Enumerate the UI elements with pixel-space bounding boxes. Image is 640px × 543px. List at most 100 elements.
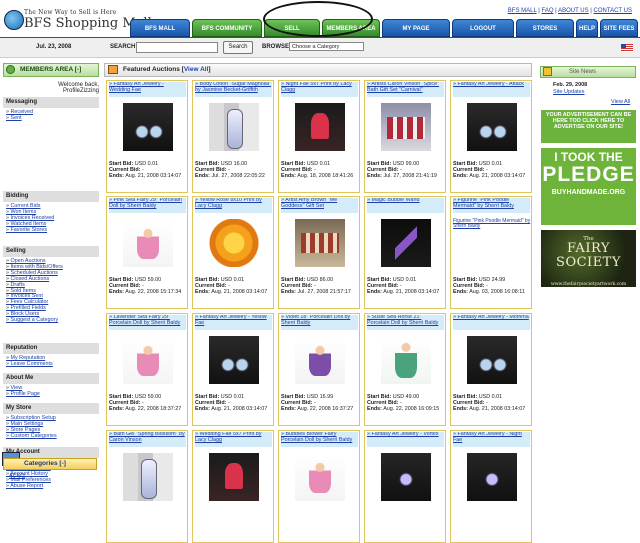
toplink-bfs-mall[interactable]: BFS MALL xyxy=(508,8,537,14)
auction-card[interactable]: » Bubbles Blower Fairy Porcelain Doll by… xyxy=(278,430,360,543)
category-link[interactable]: ACEO xyxy=(9,473,25,479)
sidebar-list: ReceivedSent xyxy=(6,109,98,122)
sidebar-item[interactable]: Profile Page xyxy=(6,391,98,398)
toplink-about-us[interactable]: ABOUT US xyxy=(558,8,589,14)
toplink-contact-us[interactable]: CONTACT US xyxy=(594,8,632,14)
auction-title-link[interactable]: » Magic Bubble Wand xyxy=(367,198,444,213)
auction-title-link[interactable]: » Night Fae 5x7 Print by Lacy Clagg xyxy=(281,82,358,97)
auction-card[interactable]: » Bath Gel "Spring Blossom" by Caron Vin… xyxy=(106,430,188,543)
tab-my-page[interactable]: MY PAGE xyxy=(382,19,450,37)
handmade-pledge-banner[interactable]: I TOOK THE PLEDGE BUYHANDMADE.ORG xyxy=(541,148,636,225)
auction-card[interactable]: » Artists Caron Vinson "Spice" Bath Gift… xyxy=(364,80,446,193)
auction-title-link[interactable]: » Fantasy Art Jewelry - Vortex xyxy=(367,432,444,447)
auction-bid-info: Start Bid: USD 0.01 Current Bid: - Ends: A… xyxy=(195,394,267,412)
search-input[interactable] xyxy=(136,42,218,53)
auction-title-link[interactable]: » Fantasy Art Jewelry - Night Fae xyxy=(453,432,530,447)
auction-image[interactable] xyxy=(467,103,517,151)
auction-image[interactable] xyxy=(209,336,259,384)
auction-title-link[interactable]: » Fantasy Art Jewelry - Momma xyxy=(453,315,530,330)
auction-card[interactable]: » Artist Amy Brown "Me Goddess" Gift Set… xyxy=(278,196,360,309)
auction-card[interactable]: » Violet 18" Porcelain Doll by Sherri Ba… xyxy=(278,313,360,426)
auction-image[interactable] xyxy=(381,336,431,384)
auction-bid-info: Start Bid: USD 86.00 Current Bid: - Ends: … xyxy=(281,277,351,295)
auction-card[interactable]: » Figurine "Pink Poodle Mermaid" by Sher… xyxy=(450,196,532,309)
auction-image[interactable] xyxy=(123,219,173,267)
auction-image[interactable] xyxy=(209,219,259,267)
auction-image[interactable] xyxy=(467,336,517,384)
auction-title-link[interactable]: » Body Lotion "Sugar Magnolia" by Jasmin… xyxy=(195,82,272,97)
auction-title-link[interactable]: » Yellow Rose 8x10 Print by Lacy Clagg xyxy=(195,198,272,213)
bid-row-ends: Ends: Jul. 27, 2008 22:05:22 xyxy=(195,173,265,179)
auction-card[interactable]: » Fantasy Art Jewelry - Night Fae xyxy=(450,430,532,543)
auction-title-link[interactable]: » Violet 18" Porcelain Doll by Sherri Ba… xyxy=(281,315,358,330)
tab-bfs-community[interactable]: BFS COMMUNITY xyxy=(192,19,262,37)
sidebar-item[interactable]: Abuse Report xyxy=(6,483,98,490)
auction-title-link[interactable]: » Artist Amy Brown "Me Goddess" Gift Set xyxy=(281,198,358,213)
sidebar-item[interactable]: Favorite Stores xyxy=(6,227,98,234)
tab-stores[interactable]: STORES xyxy=(516,19,574,37)
auction-title-link[interactable]: » Figurine "Pink Poodle Mermaid" by Sher… xyxy=(453,198,530,213)
auction-image[interactable] xyxy=(295,103,345,151)
auction-card[interactable]: » Magic Bubble Wand Start Bid: USD 0.01 Cu… xyxy=(364,196,446,309)
auction-image[interactable] xyxy=(123,453,173,501)
tab-bfs-mall[interactable]: BFS MALL xyxy=(130,19,190,37)
auction-card[interactable]: » Fantasy Art Jewelry - Attack Start Bid:… xyxy=(450,80,532,193)
auction-card[interactable]: » Night Fae 5x7 Print by Lacy Clagg Start… xyxy=(278,80,360,193)
auction-image[interactable] xyxy=(295,336,345,384)
sidebar-item[interactable]: Leave Comments xyxy=(6,361,98,368)
auction-card[interactable]: » Pink Sea Fairy 29" Porcelain Doll by S… xyxy=(106,196,188,309)
auction-card[interactable]: » Lavender Sea Fairy 29" Porcelain Doll … xyxy=(106,313,188,426)
auction-card[interactable]: » Fantasy Art Jewelry - Vortex xyxy=(364,430,446,543)
auction-title-link[interactable]: » Susie Sea Horse 21" Porcelain Doll by … xyxy=(367,315,444,330)
tab-logout[interactable]: LOGOUT xyxy=(452,19,514,37)
auction-card[interactable]: » Susie Sea Horse 21" Porcelain Doll by … xyxy=(364,313,446,426)
auction-title-link[interactable]: » Fantasy Art Jewelry - Yellow Fae xyxy=(195,315,272,330)
auction-card[interactable]: » Fantasy Art Jewelry - Momma Start Bid: … xyxy=(450,313,532,426)
members-area-header[interactable]: MEMBERS AREA [-] xyxy=(3,63,99,77)
auction-image[interactable] xyxy=(209,453,259,501)
auction-title-link[interactable]: » Fantasy Art Jewelry - Wedding Fae xyxy=(109,82,186,97)
sidebar-item[interactable]: Sent xyxy=(6,115,98,122)
advertise-banner[interactable]: YOUR ADVERTISEMENT CAN BE HERE TOO CLICK… xyxy=(541,110,636,143)
sidebar-item[interactable]: Custom Categories xyxy=(6,433,98,440)
auction-card[interactable]: » Fantasy Art Jewelry - Wedding Fae Start… xyxy=(106,80,188,193)
fairy-society-banner[interactable]: The FAIRY SOCIETY www.thefairysocietyart… xyxy=(541,230,636,287)
auction-title-link[interactable]: » Bubbles Blower Fairy Porcelain Doll by… xyxy=(281,432,358,447)
auction-image[interactable] xyxy=(381,103,431,151)
auction-title-link[interactable]: » Artists Caron Vinson "Spice" Bath Gift… xyxy=(367,82,444,97)
auction-image[interactable] xyxy=(209,103,259,151)
auction-card[interactable]: » Wedding Fae 5x7 Print by Lacy Clagg xyxy=(192,430,274,543)
bid-row-ends: Ends: Aug. 18, 2008 18:41:26 xyxy=(281,173,353,179)
tab-help[interactable]: HELP xyxy=(576,19,598,37)
auction-image[interactable] xyxy=(381,219,431,267)
auction-card[interactable]: » Yellow Rose 8x10 Print by Lacy Clagg St… xyxy=(192,196,274,309)
auction-image[interactable] xyxy=(381,453,431,501)
sidebar-list: Current BidsWon ItemsInvoices ReceivedWa… xyxy=(6,203,98,234)
category-select[interactable]: Choose a Category xyxy=(289,42,364,51)
news-item-link[interactable]: Site Updates xyxy=(553,89,585,95)
auction-alt-link[interactable]: Figurine "Pink Poodle Mermaid" by Sherri… xyxy=(453,218,531,230)
auction-image[interactable] xyxy=(123,336,173,384)
auction-image[interactable] xyxy=(467,453,517,501)
categories-header[interactable]: Categories [-] xyxy=(3,458,97,470)
search-button[interactable]: Search xyxy=(223,41,253,54)
auction-image[interactable] xyxy=(295,219,345,267)
auction-title-link[interactable]: » Pink Sea Fairy 29" Porcelain Doll by S… xyxy=(109,198,186,213)
us-flag-icon[interactable] xyxy=(621,44,633,52)
auction-title-link[interactable]: » Wedding Fae 5x7 Print by Lacy Clagg xyxy=(195,432,272,447)
auction-title-link[interactable]: » Fantasy Art Jewelry - Attack xyxy=(453,82,530,97)
view-all-news-link[interactable]: View All xyxy=(611,99,630,105)
sidebar-item[interactable]: Suggest a Category xyxy=(6,317,98,324)
toplink-faq[interactable]: FAQ xyxy=(542,8,554,14)
auction-bid-info: Start Bid: USD 0.01 Current Bid: - Ends: A… xyxy=(281,161,353,179)
auction-card[interactable]: » Fantasy Art Jewelry - Yellow Fae Start … xyxy=(192,313,274,426)
auction-image[interactable] xyxy=(295,453,345,501)
auction-title-link[interactable]: » Bath Gel "Spring Blossom" by Caron Vin… xyxy=(109,432,186,447)
tab-site-fees[interactable]: SITE FEES xyxy=(600,19,638,37)
view-all-featured-link[interactable]: View All xyxy=(184,66,209,73)
bid-label: Ends: xyxy=(367,173,382,179)
auction-image[interactable] xyxy=(123,103,173,151)
auction-card[interactable]: » Body Lotion "Sugar Magnolia" by Jasmin… xyxy=(192,80,274,193)
fairy-line-2: FAIRY xyxy=(567,241,610,256)
auction-title-link[interactable]: » Lavender Sea Fairy 29" Porcelain Doll … xyxy=(109,315,186,330)
